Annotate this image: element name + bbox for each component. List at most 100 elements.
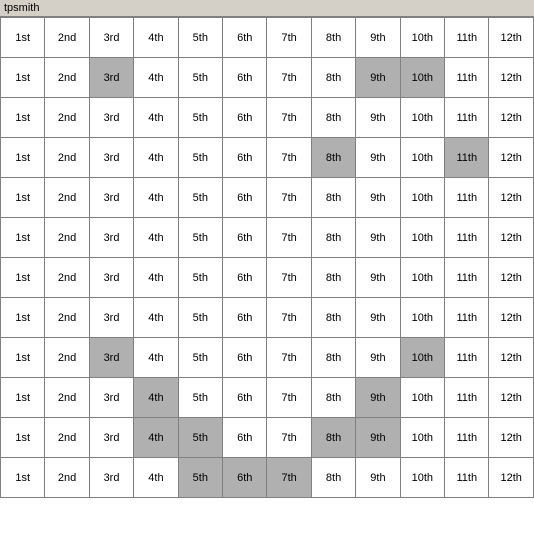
table-cell: 8th bbox=[311, 298, 355, 338]
table-cell: 10th bbox=[400, 98, 444, 138]
table-cell: 11th bbox=[445, 338, 489, 378]
table-cell: 10th bbox=[400, 378, 444, 418]
table-cell: 10th bbox=[400, 178, 444, 218]
table-row: 1st2nd3rd4th5th6th7th8th9th10th11th12th bbox=[1, 458, 534, 498]
table-cell: 6th bbox=[223, 18, 267, 58]
title-bar: tpsmith bbox=[0, 0, 534, 17]
table-cell: 8th bbox=[311, 378, 355, 418]
table-cell: 11th bbox=[445, 298, 489, 338]
table-cell: 4th bbox=[134, 378, 178, 418]
table-cell: 10th bbox=[400, 258, 444, 298]
table-cell: 6th bbox=[223, 258, 267, 298]
table-cell: 11th bbox=[445, 178, 489, 218]
table-cell: 2nd bbox=[45, 58, 89, 98]
table-cell: 5th bbox=[178, 378, 222, 418]
table-cell: 4th bbox=[134, 298, 178, 338]
table-cell: 1st bbox=[1, 338, 45, 378]
table-cell: 8th bbox=[311, 338, 355, 378]
table-cell: 8th bbox=[311, 98, 355, 138]
table-cell: 5th bbox=[178, 338, 222, 378]
table-cell: 9th bbox=[356, 18, 400, 58]
table-cell: 3rd bbox=[89, 258, 133, 298]
table-cell: 3rd bbox=[89, 98, 133, 138]
table-cell: 10th bbox=[400, 138, 444, 178]
table-cell: 8th bbox=[311, 18, 355, 58]
table-row: 1st2nd3rd4th5th6th7th8th9th10th11th12th bbox=[1, 418, 534, 458]
table-cell: 2nd bbox=[45, 18, 89, 58]
table-cell: 7th bbox=[267, 258, 311, 298]
table-cell: 4th bbox=[134, 418, 178, 458]
table-cell: 7th bbox=[267, 18, 311, 58]
table-cell: 7th bbox=[267, 418, 311, 458]
table-cell: 1st bbox=[1, 218, 45, 258]
table-cell: 4th bbox=[134, 258, 178, 298]
table-row: 1st2nd3rd4th5th6th7th8th9th10th11th12th bbox=[1, 298, 534, 338]
table-cell: 1st bbox=[1, 178, 45, 218]
table-cell: 6th bbox=[223, 378, 267, 418]
table-cell: 11th bbox=[445, 218, 489, 258]
table-cell: 5th bbox=[178, 98, 222, 138]
table-cell: 1st bbox=[1, 138, 45, 178]
table-cell: 1st bbox=[1, 298, 45, 338]
table-cell: 8th bbox=[311, 178, 355, 218]
table-cell: 7th bbox=[267, 378, 311, 418]
table-cell: 1st bbox=[1, 18, 45, 58]
table-cell: 5th bbox=[178, 138, 222, 178]
table-cell: 7th bbox=[267, 298, 311, 338]
table-cell: 3rd bbox=[89, 178, 133, 218]
table-cell: 4th bbox=[134, 218, 178, 258]
table-cell: 4th bbox=[134, 338, 178, 378]
table-cell: 7th bbox=[267, 338, 311, 378]
table-cell: 2nd bbox=[45, 178, 89, 218]
table-cell: 6th bbox=[223, 418, 267, 458]
table-cell: 9th bbox=[356, 258, 400, 298]
table-cell: 12th bbox=[489, 258, 534, 298]
table-cell: 5th bbox=[178, 298, 222, 338]
table-cell: 9th bbox=[356, 378, 400, 418]
table-cell: 5th bbox=[178, 258, 222, 298]
table-cell: 12th bbox=[489, 458, 534, 498]
table-cell: 3rd bbox=[89, 378, 133, 418]
app-title: tpsmith bbox=[4, 2, 39, 14]
table-cell: 4th bbox=[134, 458, 178, 498]
table-cell: 6th bbox=[223, 338, 267, 378]
table-cell: 4th bbox=[134, 18, 178, 58]
table-row: 1st2nd3rd4th5th6th7th8th9th10th11th12th bbox=[1, 258, 534, 298]
table-cell: 9th bbox=[356, 178, 400, 218]
table-cell: 1st bbox=[1, 378, 45, 418]
table-cell: 3rd bbox=[89, 298, 133, 338]
table-cell: 2nd bbox=[45, 378, 89, 418]
table-cell: 12th bbox=[489, 138, 534, 178]
table-cell: 11th bbox=[445, 418, 489, 458]
table-cell: 11th bbox=[445, 58, 489, 98]
table-cell: 6th bbox=[223, 178, 267, 218]
table-cell: 4th bbox=[134, 98, 178, 138]
table-cell: 1st bbox=[1, 98, 45, 138]
table-cell: 5th bbox=[178, 18, 222, 58]
table-cell: 12th bbox=[489, 298, 534, 338]
table-cell: 9th bbox=[356, 98, 400, 138]
table-cell: 1st bbox=[1, 418, 45, 458]
table-cell: 4th bbox=[134, 178, 178, 218]
table-cell: 5th bbox=[178, 458, 222, 498]
table-cell: 8th bbox=[311, 258, 355, 298]
table-cell: 2nd bbox=[45, 458, 89, 498]
grid-container: 1st2nd3rd4th5th6th7th8th9th10th11th12th1… bbox=[0, 17, 534, 498]
table-cell: 2nd bbox=[45, 98, 89, 138]
table-cell: 3rd bbox=[89, 18, 133, 58]
table-cell: 3rd bbox=[89, 458, 133, 498]
table-cell: 11th bbox=[445, 378, 489, 418]
table-cell: 2nd bbox=[45, 418, 89, 458]
table-cell: 7th bbox=[267, 218, 311, 258]
table-row: 1st2nd3rd4th5th6th7th8th9th10th11th12th bbox=[1, 378, 534, 418]
table-cell: 7th bbox=[267, 138, 311, 178]
table-cell: 3rd bbox=[89, 58, 133, 98]
table-cell: 12th bbox=[489, 338, 534, 378]
table-cell: 1st bbox=[1, 458, 45, 498]
table-cell: 9th bbox=[356, 58, 400, 98]
table-cell: 2nd bbox=[45, 298, 89, 338]
table-cell: 6th bbox=[223, 458, 267, 498]
table-cell: 2nd bbox=[45, 338, 89, 378]
table-cell: 5th bbox=[178, 218, 222, 258]
table-cell: 11th bbox=[445, 18, 489, 58]
